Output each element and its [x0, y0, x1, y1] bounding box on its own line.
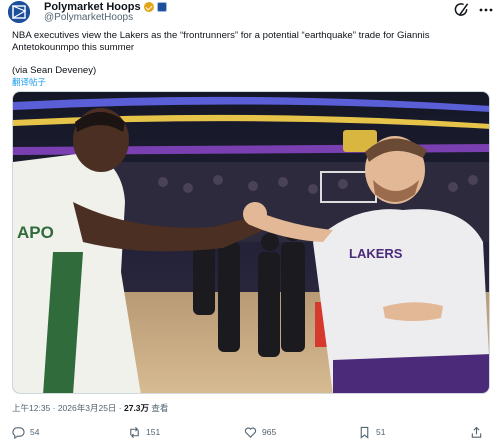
share-icon — [471, 426, 482, 438]
translate-post-link[interactable]: 翻译帖子 — [12, 77, 46, 87]
share-button[interactable] — [470, 425, 483, 439]
post-credit: (via Sean Deveney) — [12, 65, 97, 76]
views-count: 27.3万 — [123, 403, 150, 413]
post-meta: 上午12:35 · 2026年3月25日 · 27.3万 查看 — [12, 403, 168, 413]
repost-button[interactable]: 151 — [128, 425, 160, 439]
views-label: 查看 — [149, 403, 169, 413]
reply-button[interactable]: 54 — [12, 425, 39, 439]
bookmark-icon — [360, 426, 369, 439]
heart-icon — [244, 427, 257, 438]
post-header: Polymarket Hoops @PolymarketHoops — [0, 0, 500, 24]
reply-icon — [12, 426, 25, 439]
like-button[interactable]: 965 — [244, 425, 276, 439]
repost-icon — [130, 426, 139, 438]
post-text: NBA executives view the Lakers as the “f… — [12, 30, 430, 53]
grok-icon[interactable] — [454, 2, 470, 18]
bookmark-count: 51 — [376, 427, 386, 437]
reply-count: 54 — [30, 427, 40, 437]
action-bar: 54 151 965 51 — [0, 424, 500, 440]
right-jersey-text: LAKERS — [349, 246, 403, 261]
avatar[interactable] — [8, 1, 30, 23]
post-photo[interactable]: APO LAKERS — [12, 91, 490, 394]
more-options-icon[interactable] — [478, 4, 494, 16]
polymarket-logo-icon — [8, 1, 30, 23]
bookmark-button[interactable]: 51 — [358, 425, 385, 439]
user-handle[interactable]: @PolymarketHoops — [44, 12, 133, 23]
like-count: 965 — [262, 427, 277, 437]
post-timestamp[interactable]: 上午12:35 · 2026年3月25日 · — [12, 403, 124, 413]
left-jersey-text: APO — [17, 223, 54, 242]
repost-count: 151 — [146, 427, 161, 437]
affiliation-badge-icon — [156, 2, 167, 12]
players-handshake-image: APO LAKERS — [13, 92, 489, 393]
verified-badge-icon — [143, 2, 154, 12]
